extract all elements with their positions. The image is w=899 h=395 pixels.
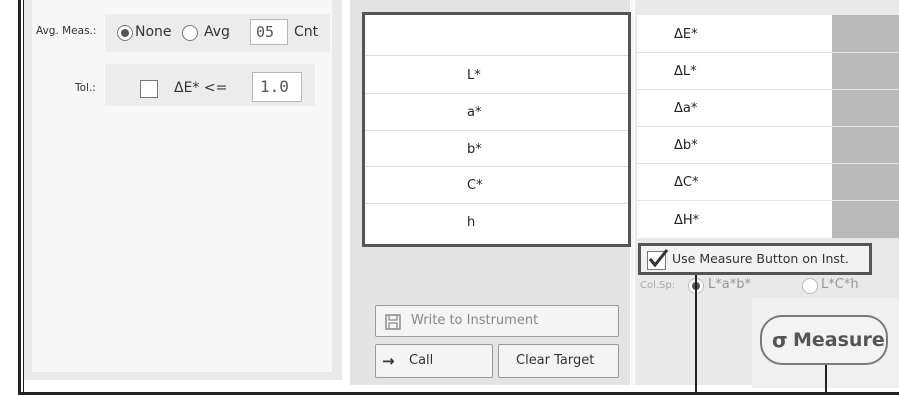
color-value-label: C* [467, 178, 483, 193]
arrow-right-icon: → [382, 352, 395, 370]
diff-label: ΔH* [674, 213, 700, 228]
color-space-lab-label[interactable]: L*a*b* [708, 277, 751, 292]
avg-avg-radio[interactable] [182, 25, 198, 41]
avg-meas-label: Avg. Meas.: [36, 25, 97, 37]
clear-target-label: Clear Target [516, 353, 595, 368]
settings-panel [24, 0, 342, 380]
tol-value: 1.0 [260, 77, 289, 96]
color-value-label: L* [467, 68, 481, 83]
call-button[interactable]: → Call [375, 344, 493, 378]
color-value-label: b* [467, 142, 482, 157]
tol-expression: ΔE* <= [174, 80, 228, 96]
panel-divider [631, 0, 634, 385]
save-icon [385, 314, 401, 330]
diff-label: ΔC* [674, 175, 699, 190]
callout-line-checkbox [695, 275, 697, 395]
avg-avg-label[interactable]: Avg [204, 24, 230, 40]
callout-line-measure [825, 365, 827, 395]
use-measure-checkbox[interactable] [647, 249, 669, 270]
checkmark-icon [648, 249, 669, 268]
measure-label: Measure [793, 329, 885, 351]
use-measure-label[interactable]: Use Measure Button on Inst. [672, 251, 849, 266]
write-to-instrument-button[interactable]: Write to Instrument [375, 305, 619, 337]
color-value-label: a* [467, 105, 482, 120]
write-to-instrument-label: Write to Instrument [411, 313, 539, 328]
use-measure-button-group: Use Measure Button on Inst. [638, 243, 872, 275]
diff-label: Δb* [674, 138, 698, 153]
tol-checkbox[interactable] [140, 80, 158, 98]
call-label: Call [409, 353, 434, 368]
color-values-table: L* a* b* C* h [362, 12, 631, 247]
measure-button[interactable]: σ Measure [760, 315, 888, 365]
count-unit: Cnt [294, 24, 319, 40]
avg-none-label[interactable]: None [135, 24, 172, 40]
tol-label: Tol.: [75, 82, 96, 94]
diff-label: ΔL* [674, 64, 697, 79]
diff-label: Δa* [674, 101, 698, 116]
count-value: 05 [256, 23, 275, 41]
color-space-lch-radio[interactable] [802, 278, 818, 294]
clear-target-button[interactable]: Clear Target [498, 344, 619, 378]
avg-none-radio[interactable] [117, 25, 133, 41]
window-left-border [18, 0, 21, 395]
diff-label: ΔE* [674, 27, 698, 42]
measure-icon: σ [772, 328, 788, 352]
color-value-label: h [467, 215, 476, 230]
color-space-label: Col.Sp: [640, 280, 676, 291]
differences-table: ΔE* ΔL* Δa* Δb* ΔC* ΔH* [637, 15, 899, 238]
color-space-lch-label[interactable]: L*C*h [821, 277, 859, 292]
